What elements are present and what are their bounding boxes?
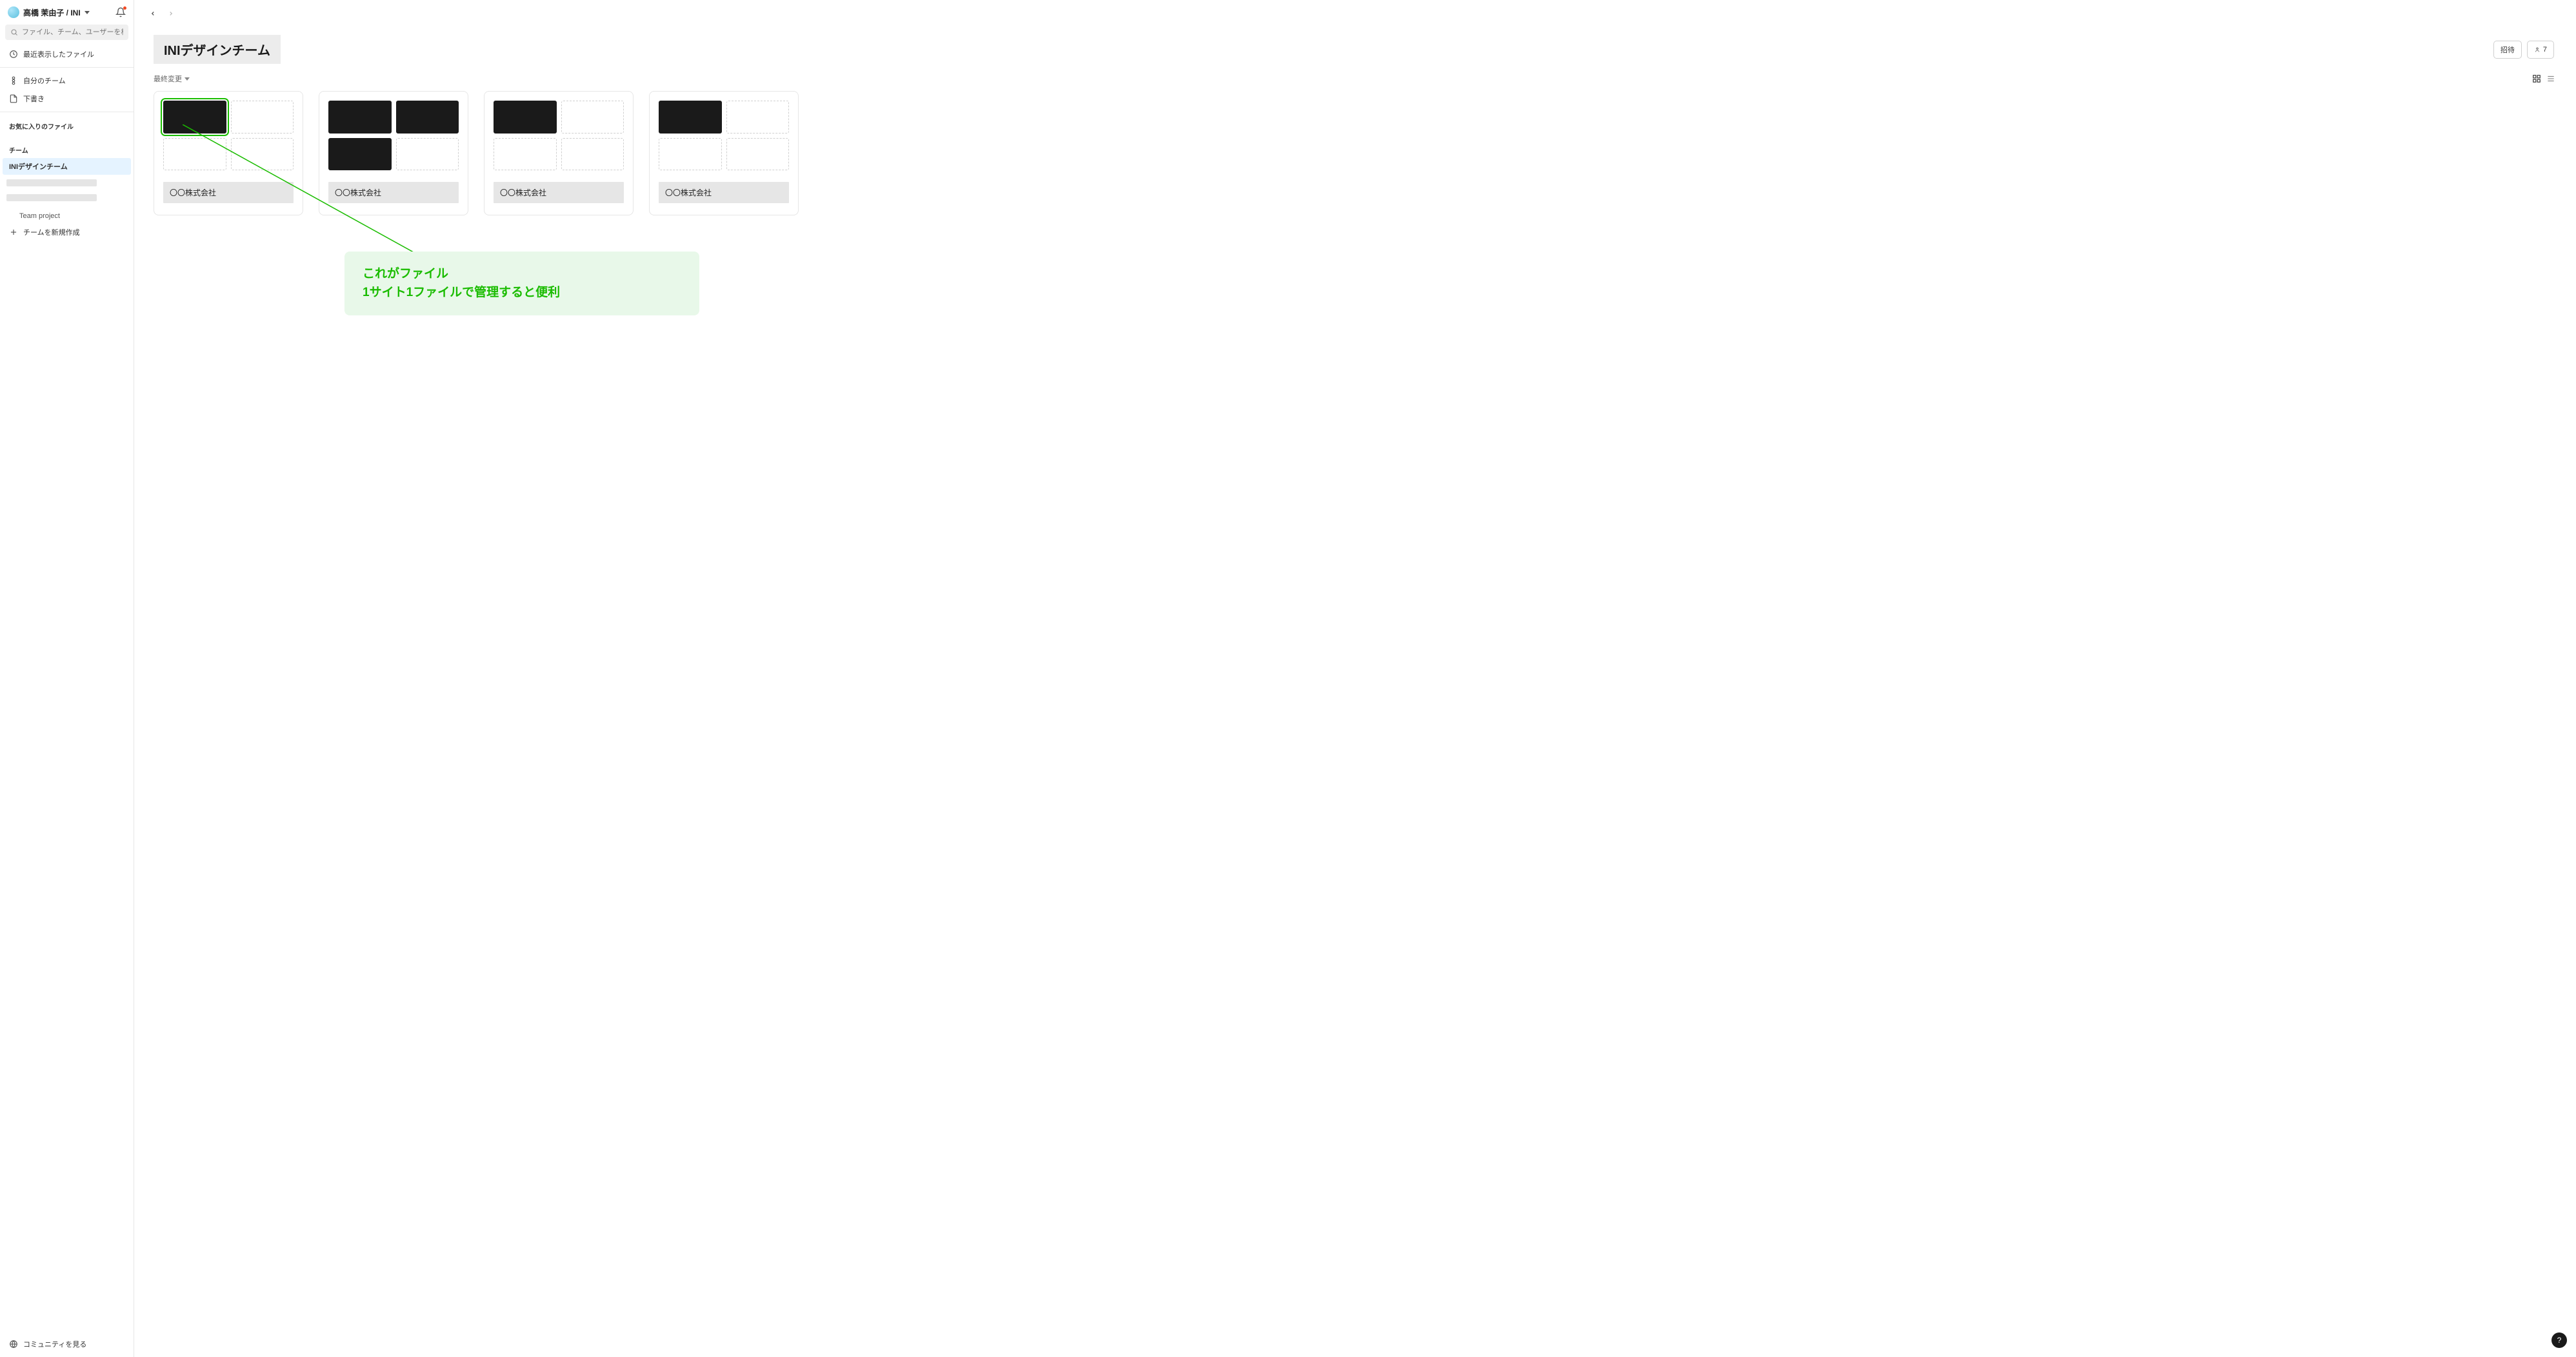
title-row: INIデザインチーム 招待 7 [134,27,2576,69]
team-section-title: チーム [0,140,134,157]
projects-grid: 〇〇株式会社 〇〇株式会社 〇〇株式 [134,91,2576,235]
nav-bar [134,0,2576,27]
file-thumb-empty [396,138,459,171]
plus-icon [9,228,18,237]
community-link[interactable]: コミュニティを見る [0,1335,134,1357]
user-name: 高橋 茉由子 / INI [23,7,81,18]
team-item-placeholder [0,175,134,190]
sidebar-header: 高橋 茉由子 / INI [0,0,134,25]
team-item-placeholder [0,190,134,205]
create-team-button[interactable]: チームを新規作成 [0,223,134,241]
list-icon [2546,74,2555,83]
team-item-label: INIデザインチーム [9,161,68,172]
chevron-down-icon [185,77,190,81]
invite-button[interactable]: 招待 [2493,41,2522,59]
card-title: 〇〇株式会社 [659,182,789,203]
file-thumb[interactable] [659,101,722,134]
chevron-down-icon [85,11,90,14]
figma-icon [9,76,18,85]
card-title: 〇〇株式会社 [328,182,459,203]
file-thumb-empty [163,138,226,171]
search-icon [10,28,18,36]
sidebar: 高橋 茉由子 / INI 最近表示したファイル 自分のチーム 下書き [0,0,134,1357]
chevron-right-icon [168,10,174,17]
project-card[interactable]: 〇〇株式会社 [319,91,468,215]
card-thumbs [319,92,468,179]
file-thumb-empty [231,101,294,134]
file-thumb-empty [494,138,557,171]
my-teams-link[interactable]: 自分のチーム [0,72,134,90]
community-label: コミュニティを見る [23,1339,86,1349]
file-thumb-empty [726,101,790,134]
card-thumbs [154,92,303,179]
sort-row: 最終変更 [134,69,2576,91]
my-teams-label: 自分のチーム [23,75,66,86]
annotation-text-line1: これがファイル [363,264,681,283]
project-item[interactable]: Team project [0,209,134,223]
notification-dot-icon [123,6,126,10]
file-thumb-empty [726,138,790,171]
file-thumb[interactable] [494,101,557,134]
person-icon [2534,46,2541,53]
file-thumb-empty [561,138,624,171]
team-item-ini[interactable]: INIデザインチーム [3,158,131,175]
clock-icon [9,50,18,59]
user-avatar [8,6,19,18]
file-thumb-empty [231,138,294,171]
card-title: 〇〇株式会社 [494,182,624,203]
sort-dropdown[interactable]: 最終変更 [154,74,190,84]
file-thumb[interactable] [328,101,392,134]
page-title: INIデザインチーム [154,35,281,64]
title-actions: 招待 7 [2493,41,2554,59]
drafts-label: 下書き [23,94,45,104]
grid-view-button[interactable] [2531,73,2542,84]
main-content: INIデザインチーム 招待 7 最終変更 [134,0,2576,1357]
project-item-label: Team project [19,212,60,220]
annotation-text-line2: 1サイト1ファイルで管理すると便利 [363,283,681,302]
project-card[interactable]: 〇〇株式会社 [484,91,634,215]
divider [0,67,134,68]
chevron-left-icon [150,10,156,17]
view-toggles [2531,73,2557,84]
card-title: 〇〇株式会社 [163,182,294,203]
grid-icon [2532,74,2541,83]
member-count: 7 [2543,46,2547,54]
card-thumbs [484,92,633,179]
help-icon: ? [2557,1336,2562,1345]
app-root: 高橋 茉由子 / INI 最近表示したファイル 自分のチーム 下書き [0,0,2576,1357]
invite-label: 招待 [2501,45,2515,55]
recent-files-label: 最近表示したファイル [23,49,94,59]
nav-back-button[interactable] [146,6,160,21]
file-icon [9,94,18,103]
members-button[interactable]: 7 [2527,41,2554,59]
project-card[interactable]: 〇〇株式会社 [154,91,303,215]
file-thumb-empty [561,101,624,134]
project-card[interactable]: 〇〇株式会社 [649,91,799,215]
user-menu[interactable]: 高橋 茉由子 / INI [8,6,90,18]
file-thumb[interactable] [163,101,226,134]
file-thumb-empty [659,138,722,171]
annotation-callout: これがファイル 1サイト1ファイルで管理すると便利 [344,252,699,315]
favorites-section-title: お気に入りのファイル [0,116,134,134]
help-button[interactable]: ? [2551,1332,2567,1348]
search-input[interactable] [5,25,128,40]
file-thumb[interactable] [396,101,459,134]
file-thumb[interactable] [328,138,392,171]
drafts-link[interactable]: 下書き [0,90,134,108]
create-team-label: チームを新規作成 [23,227,80,237]
sort-label: 最終変更 [154,74,182,84]
card-thumbs [650,92,798,179]
list-view-button[interactable] [2545,73,2557,84]
globe-icon [9,1340,18,1349]
recent-files-link[interactable]: 最近表示したファイル [0,45,134,63]
search-field[interactable] [22,28,123,36]
nav-forward-button[interactable] [164,6,178,21]
notifications-button[interactable] [115,7,126,17]
